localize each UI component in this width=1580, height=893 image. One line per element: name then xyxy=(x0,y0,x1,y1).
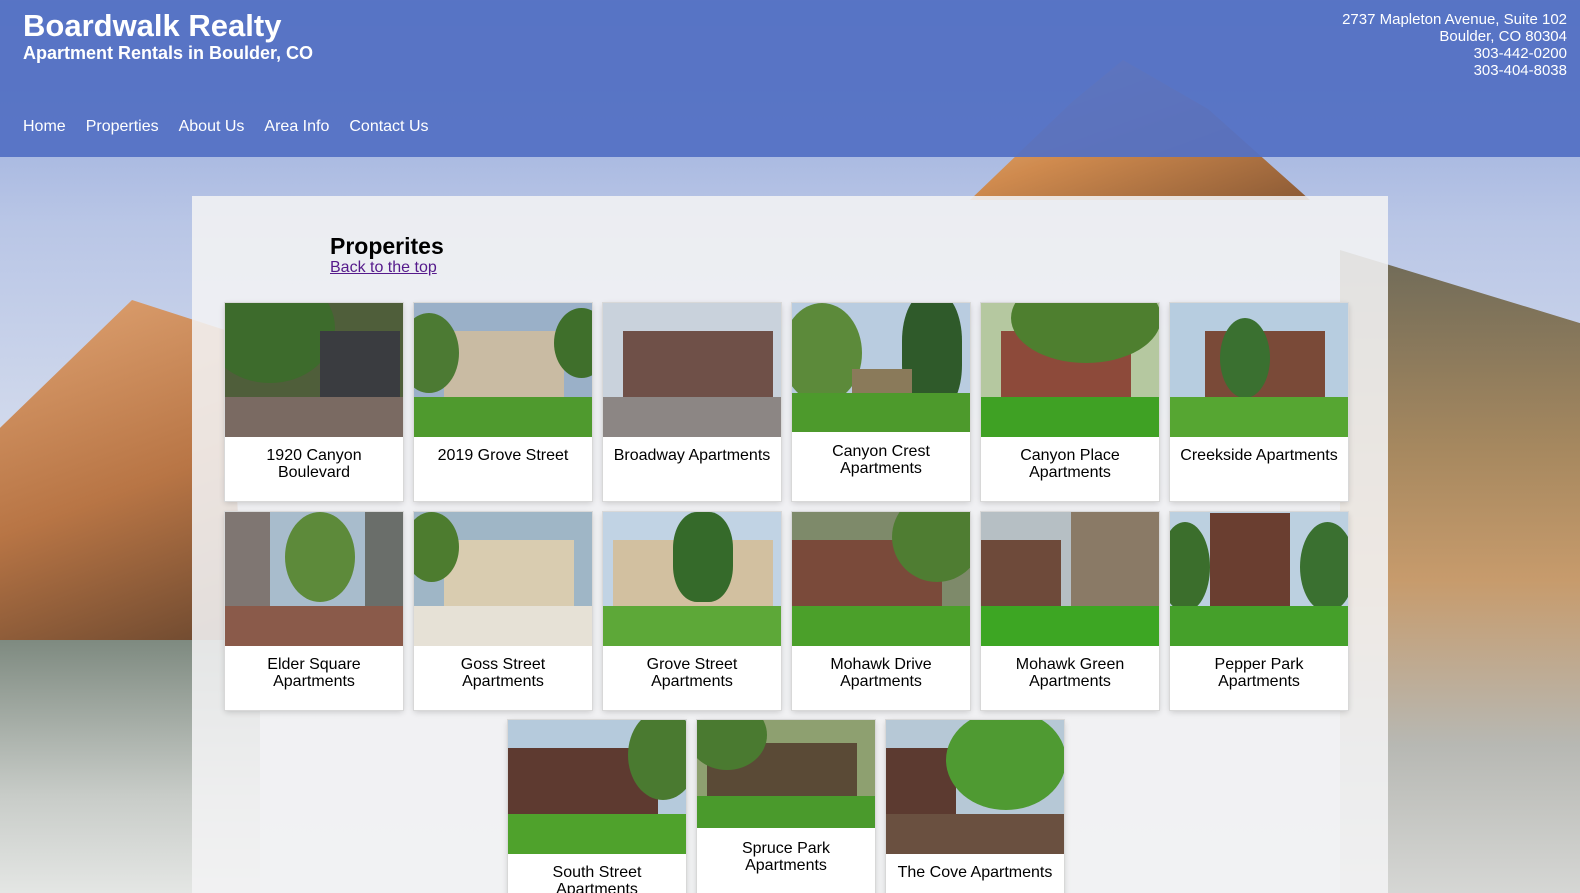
site-subtitle: Apartment Rentals in Boulder, CO xyxy=(23,43,314,63)
property-label: Broadway Apartments xyxy=(613,447,771,464)
property-card-spruce-park-apartments[interactable]: Spruce Park Apartments xyxy=(697,720,875,893)
property-card-grove-street-apartments[interactable]: Grove Street Apartments xyxy=(603,512,781,710)
property-photo xyxy=(225,512,403,646)
property-label: The Cove Apartments xyxy=(897,864,1053,881)
property-photo xyxy=(508,720,686,854)
site-title[interactable]: Boardwalk Realty xyxy=(23,8,281,44)
nav-properties[interactable]: Properties xyxy=(86,118,159,136)
property-photo xyxy=(792,303,970,432)
address-line-1: 2737 Mapleton Avenue, Suite 102 xyxy=(1342,11,1567,28)
property-label: South Street Apartments xyxy=(552,864,642,893)
property-label: Canyon Crest Apartments xyxy=(832,443,930,477)
phone-1[interactable]: 303-442-0200 xyxy=(1342,45,1567,62)
nav-about-us[interactable]: About Us xyxy=(179,118,245,136)
nav-area-info[interactable]: Area Info xyxy=(264,118,329,136)
property-card-the-cove-apartments[interactable]: The Cove Apartments xyxy=(886,720,1064,893)
property-card-broadway-apartments[interactable]: Broadway Apartments xyxy=(603,303,781,501)
property-card-mohawk-drive-apartments[interactable]: Mohawk Drive Apartments xyxy=(792,512,970,710)
property-card-creekside-apartments[interactable]: Creekside Apartments xyxy=(1170,303,1348,501)
address-line-2: Boulder, CO 80304 xyxy=(1439,28,1567,45)
property-label: 1920 Canyon Boulevard xyxy=(266,447,362,481)
property-label: Elder Square Apartments xyxy=(267,656,361,690)
property-card-1920-canyon-boulevard[interactable]: 1920 Canyon Boulevard xyxy=(225,303,403,501)
properties-panel: Properites Back to the top 1920 Canyon B… xyxy=(192,196,1388,893)
nav-home[interactable]: Home xyxy=(23,118,66,136)
property-card-goss-street-apartments[interactable]: Goss Street Apartments xyxy=(414,512,592,710)
property-photo xyxy=(414,512,592,646)
property-photo xyxy=(414,303,592,437)
property-card-elder-square-apartments[interactable]: Elder Square Apartments xyxy=(225,512,403,710)
main-nav: Home Properties About Us Area Info Conta… xyxy=(23,118,429,136)
property-photo xyxy=(886,720,1064,854)
property-photo xyxy=(697,720,875,828)
property-photo xyxy=(981,512,1159,646)
property-label: Canyon Place Apartments xyxy=(1020,447,1120,481)
property-card-canyon-crest-apartments[interactable]: Canyon Crest Apartments xyxy=(792,303,970,501)
property-photo xyxy=(1170,303,1348,437)
property-photo xyxy=(981,303,1159,437)
property-photo xyxy=(1170,512,1348,646)
property-photo xyxy=(225,303,403,437)
contact-info: 2737 Mapleton Avenue, Suite 102 Boulder,… xyxy=(1342,11,1567,79)
property-label: Goss Street Apartments xyxy=(460,656,546,690)
property-card-2019-grove-street[interactable]: 2019 Grove Street xyxy=(414,303,592,501)
property-card-mohawk-green-apartments[interactable]: Mohawk Green Apartments xyxy=(981,512,1159,710)
property-card-south-street-apartments[interactable]: South Street Apartments xyxy=(508,720,686,893)
property-label: Pepper Park Apartments xyxy=(1214,656,1304,690)
property-label: Creekside Apartments xyxy=(1180,447,1338,464)
property-photo xyxy=(603,303,781,437)
property-card-pepper-park-apartments[interactable]: Pepper Park Apartments xyxy=(1170,512,1348,710)
property-label: 2019 Grove Street xyxy=(437,447,569,464)
site-header: Boardwalk Realty Apartment Rentals in Bo… xyxy=(0,0,1580,157)
property-photo xyxy=(792,512,970,646)
page-title: Properites xyxy=(330,233,444,259)
back-to-top-link[interactable]: Back to the top xyxy=(330,259,437,277)
property-label: Mohawk Green Apartments xyxy=(1015,656,1125,690)
property-label: Spruce Park Apartments xyxy=(741,840,831,874)
phone-2[interactable]: 303-404-8038 xyxy=(1342,62,1567,79)
property-photo xyxy=(603,512,781,646)
property-card-canyon-place-apartments[interactable]: Canyon Place Apartments xyxy=(981,303,1159,501)
property-label: Mohawk Drive Apartments xyxy=(830,656,932,690)
nav-contact-us[interactable]: Contact Us xyxy=(349,118,428,136)
property-label: Grove Street Apartments xyxy=(646,656,738,690)
